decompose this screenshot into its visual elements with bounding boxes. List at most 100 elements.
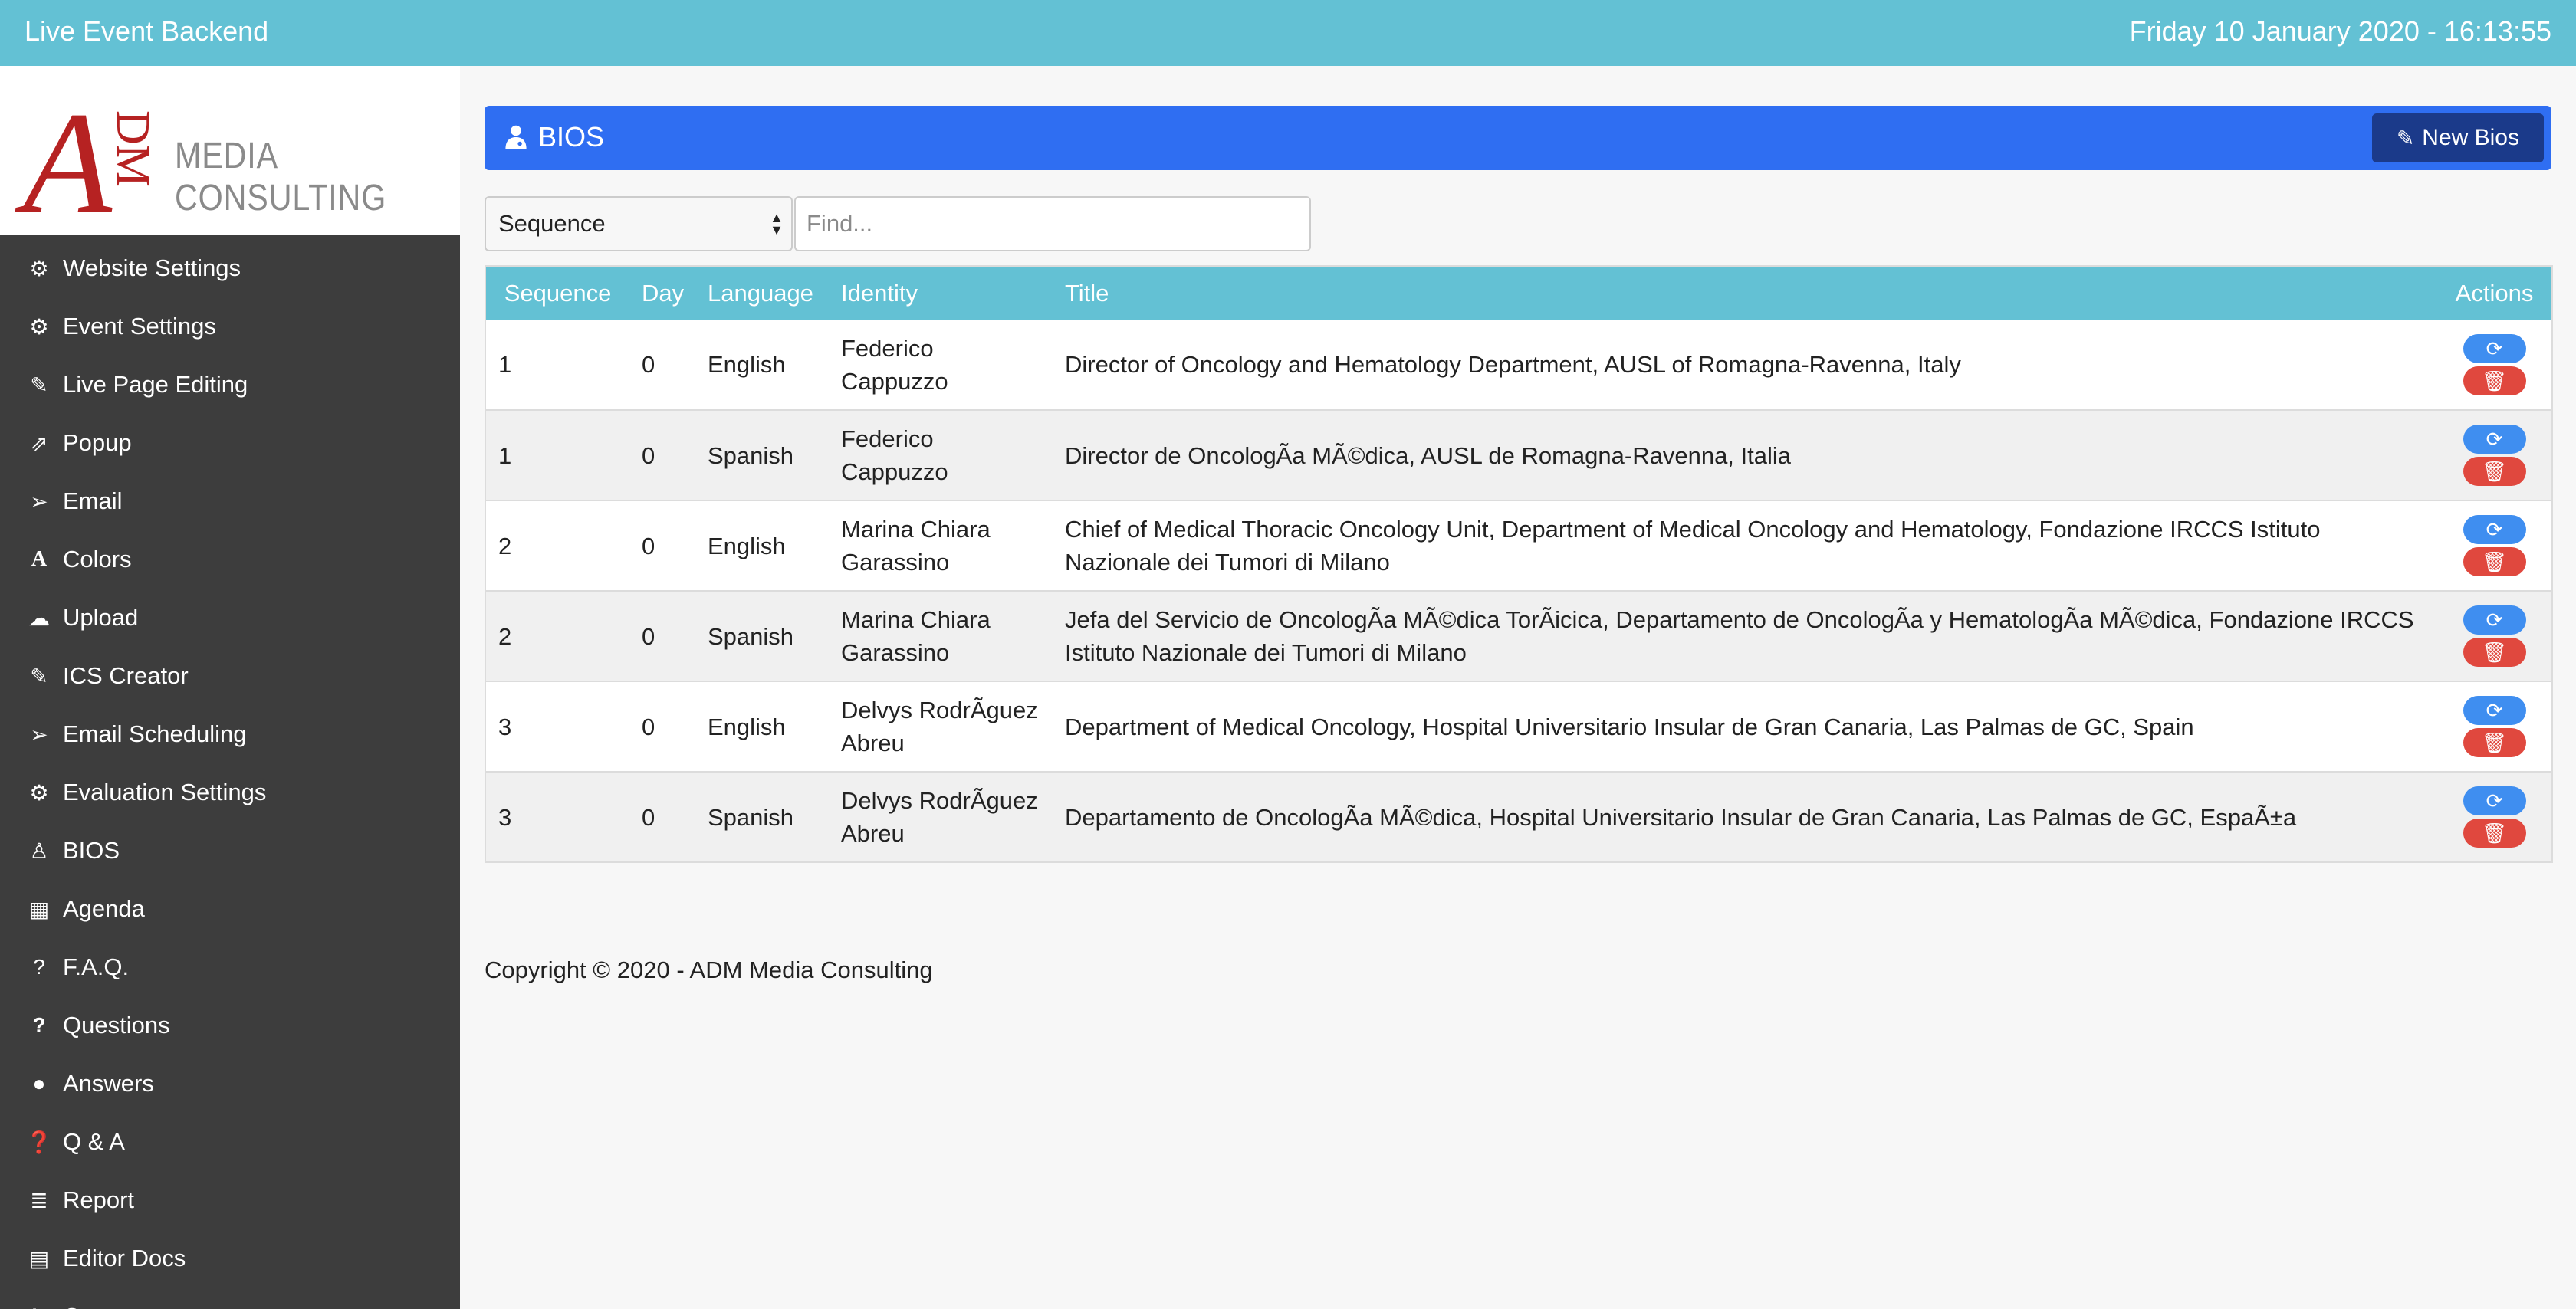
book-icon: ▤ [28, 1246, 50, 1271]
sidebar-item-agenda[interactable]: ▦ Agenda [0, 880, 460, 938]
sidebar-item-label: Agenda [63, 895, 145, 922]
trash-icon: 🗑 [2481, 369, 2507, 392]
paper-plane-icon: ➢ [30, 489, 48, 513]
new-bios-button[interactable]: ✎ New Bios [2371, 113, 2544, 162]
cell-title: Director of Oncology and Hematology Depa… [1065, 351, 1961, 378]
sidebar-item-bios[interactable]: ♙ BIOS [0, 822, 460, 880]
cell-actions: ⟳ 🗑 [2437, 320, 2552, 410]
sidebar-item-colors[interactable]: A Colors [0, 530, 460, 589]
delete-button[interactable]: 🗑 [2463, 819, 2526, 848]
cell-language: English [708, 532, 786, 559]
cell-identity: Delvys RodrÃguez Abreu [829, 681, 1053, 772]
column-header-day[interactable]: Day [629, 266, 695, 320]
identity-line-1: Marina Chiara [841, 516, 991, 543]
refresh-icon: ⟳ [2486, 789, 2503, 812]
cell-actions: ⟳ 🗑 [2437, 500, 2552, 591]
column-header-language[interactable]: Language [695, 266, 829, 320]
question-circle-filled-icon: ❓ [25, 1130, 53, 1154]
cell-day: 0 [642, 532, 656, 559]
sidebar-item-qa[interactable]: ❓ Q & A [0, 1113, 460, 1171]
delete-button[interactable]: 🗑 [2463, 366, 2526, 395]
search-input[interactable] [794, 196, 1311, 251]
select-arrows-icon: ▲ ▼ [770, 210, 784, 238]
sidebar-item-evaluation-settings[interactable]: ⚙ Evaluation Settings [0, 763, 460, 822]
gear-icon: ⚙ [29, 314, 49, 339]
bios-table: Sequence Day Language Identity Title Act… [485, 265, 2553, 863]
table-row: 1 0 English Federico Cappuzzo Director of… [485, 320, 2552, 410]
refresh-button[interactable]: ⟳ [2463, 786, 2526, 815]
column-header-actions: Actions [2455, 279, 2534, 307]
trash-icon: 🗑 [2481, 460, 2507, 483]
identity-line-1: Marina Chiara [841, 606, 991, 633]
trash-icon: 🗑 [2481, 822, 2507, 845]
sidebar-item-label: Upload [63, 604, 139, 631]
sidebar-item-live-page-editing[interactable]: ✎ Live Page Editing [0, 356, 460, 414]
sidebar-item-faq[interactable]: ? F.A.Q. [0, 938, 460, 996]
edit-icon: ✎ [30, 372, 48, 397]
delete-button[interactable]: 🗑 [2463, 728, 2526, 757]
cell-identity: Federico Cappuzzo [829, 410, 1053, 500]
delete-button[interactable]: 🗑 [2463, 638, 2526, 667]
logo-mark: A [23, 83, 112, 244]
sidebar-item-answers[interactable]: ● Answers [0, 1055, 460, 1113]
refresh-button[interactable]: ⟳ [2463, 605, 2526, 635]
identity-line-2: Cappuzzo [841, 367, 948, 395]
sidebar-item-country[interactable]: ⚑ Country [0, 1288, 460, 1309]
app-title: Live Event Backend [25, 15, 269, 47]
sidebar-item-label: ICS Creator [63, 662, 189, 689]
sidebar-item-ics-creator[interactable]: ✎ ICS Creator [0, 647, 460, 705]
sidebar-item-event-settings[interactable]: ⚙ Event Settings [0, 297, 460, 356]
cell-identity: Marina Chiara Garassino [829, 591, 1053, 681]
cell-title: Department of Medical Oncology, Hospital… [1065, 713, 2194, 740]
question-icon: ? [32, 1013, 46, 1037]
cell-sequence: 1 [498, 351, 512, 378]
table-row: 2 0 Spanish Marina Chiara Garassino Jefa … [485, 591, 2552, 681]
refresh-icon: ⟳ [2486, 336, 2503, 360]
table-row: 3 0 Spanish Delvys RodrÃguez Abreu Depart… [485, 772, 2552, 862]
trash-icon: 🗑 [2481, 641, 2507, 664]
sidebar-item-popup[interactable]: ⇗ Popup [0, 414, 460, 472]
sort-select[interactable]: Sequence ▲ ▼ [485, 196, 793, 251]
sidebar-item-upload[interactable]: ☁ Upload [0, 589, 460, 647]
sidebar-item-label: Country [63, 1303, 146, 1309]
column-header-identity[interactable]: Identity [829, 266, 1053, 320]
refresh-button[interactable]: ⟳ [2463, 425, 2526, 454]
sidebar-nav: ⚙ Website Settings ⚙ Event Settings ✎ Live … [0, 235, 460, 1309]
logo-mark-sub: DM [107, 110, 159, 187]
trash-icon: 🗑 [2481, 731, 2507, 754]
sidebar-item-email-scheduling[interactable]: ➢ Email Scheduling [0, 705, 460, 763]
sidebar-item-label: BIOS [63, 837, 120, 864]
calendar-icon: ▦ [28, 897, 50, 921]
identity-line-1: Federico [841, 425, 934, 452]
sidebar-item-label: Q & A [63, 1128, 125, 1155]
logo-text: MEDIA CONSULTING [175, 136, 387, 218]
sidebar-item-label: Evaluation Settings [63, 779, 267, 805]
refresh-button[interactable]: ⟳ [2463, 515, 2526, 544]
cell-actions: ⟳ 🗑 [2437, 591, 2552, 681]
delete-button[interactable]: 🗑 [2463, 547, 2526, 576]
cell-identity: Delvys RodrÃguez Abreu [829, 772, 1053, 862]
cell-language: Spanish [708, 803, 794, 831]
sidebar-item-website-settings[interactable]: ⚙ Website Settings [0, 239, 460, 297]
refresh-button[interactable]: ⟳ [2463, 333, 2526, 363]
cell-day: 0 [642, 351, 656, 378]
table-row: 2 0 English Marina Chiara Garassino Chief… [485, 500, 2552, 591]
identity-line-2: Garassino [841, 549, 950, 576]
column-header-sequence[interactable]: Sequence [485, 266, 629, 320]
cell-language: Spanish [708, 622, 794, 650]
sidebar-item-report[interactable]: ≣ Report [0, 1171, 460, 1229]
sidebar-item-editor-docs[interactable]: ▤ Editor Docs [0, 1229, 460, 1288]
footer-copyright: Copyright © 2020 - ADM Media Consulting [485, 956, 933, 983]
external-link-icon: ⇗ [30, 431, 48, 455]
column-header-title[interactable]: Title [1053, 266, 2437, 320]
delete-button[interactable]: 🗑 [2463, 457, 2526, 486]
cell-actions: ⟳ 🗑 [2437, 772, 2552, 862]
panel-header: BIOS ✎ New Bios [485, 106, 2551, 170]
edit-icon: ✎ [2396, 126, 2415, 150]
sidebar-item-email[interactable]: ➢ Email [0, 472, 460, 530]
sidebar-item-label: Answers [63, 1070, 154, 1097]
cloud-upload-icon: ☁ [28, 605, 50, 630]
cell-sequence: 3 [498, 713, 512, 740]
refresh-button[interactable]: ⟳ [2463, 696, 2526, 725]
sidebar-item-questions[interactable]: ? Questions [0, 996, 460, 1055]
